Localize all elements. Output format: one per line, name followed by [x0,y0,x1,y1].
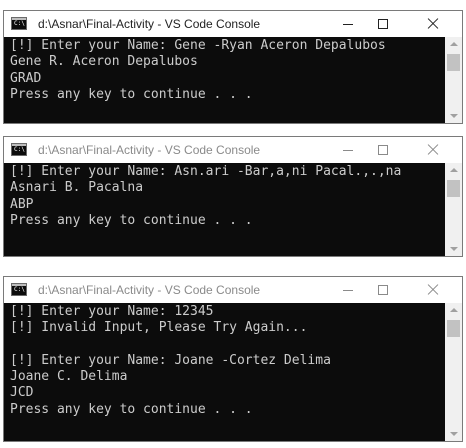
console-line: GRAD [10,70,42,86]
scroll-down-arrow-icon[interactable] [450,432,458,436]
console-window-1[interactable]: C:\ d:\Asnar\Final-Activity - VS Code Co… [3,10,463,124]
close-button[interactable] [414,137,460,163]
console-window-3[interactable]: C:\ d:\Asnar\Final-Activity - VS Code Co… [3,276,463,442]
window-title: d:\Asnar\Final-Activity - VS Code Consol… [38,143,261,157]
maximize-button[interactable] [360,137,406,163]
console-app-icon: C:\ [11,283,27,296]
window-title: d:\Asnar\Final-Activity - VS Code Consol… [38,17,261,31]
close-button[interactable] [414,11,460,37]
minimize-icon [343,290,353,291]
console-line: Asnari B. Pacalna [10,180,144,196]
window-title: d:\Asnar\Final-Activity - VS Code Consol… [38,283,261,297]
console-line: [!] Enter your Name: Joane -Cortez Delim… [10,352,331,368]
console-line: Press any key to continue . . . [10,212,253,228]
console-line: [!] Invalid Input, Please Try Again... [10,320,308,336]
scroll-down-arrow-icon[interactable] [450,247,458,251]
maximize-icon [378,19,388,29]
console-line: [!] Enter your Name: 12345 [10,304,214,319]
console-line: ABP [10,196,34,212]
maximize-icon [378,145,388,155]
maximize-icon [378,285,388,295]
scroll-up-arrow-icon[interactable] [450,308,458,312]
console-line: Gene R. Aceron Depalubos [10,54,198,70]
console-output[interactable]: [!] Enter your Name: Gene -Ryan Aceron D… [10,38,442,103]
scroll-thumb[interactable] [447,320,460,337]
console-line: [!] Enter your Name: Gene -Ryan Aceron D… [10,38,386,53]
title-bar[interactable]: C:\ d:\Asnar\Final-Activity - VS Code Co… [4,137,462,163]
minimize-icon [343,24,353,25]
scroll-up-arrow-icon[interactable] [450,42,458,46]
console-app-icon: C:\ [11,17,27,30]
console-window-2[interactable]: C:\ d:\Asnar\Final-Activity - VS Code Co… [3,136,463,257]
console-line: Joane C. Delima [10,369,128,385]
vertical-scrollbar[interactable] [445,37,462,123]
close-button[interactable] [414,277,460,303]
console-line: Press any key to continue . . . [10,401,253,417]
console-line: Press any key to continue . . . [10,86,253,102]
minimize-icon [343,150,353,151]
scroll-up-arrow-icon[interactable] [450,168,458,172]
scroll-thumb[interactable] [447,54,460,71]
scroll-down-arrow-icon[interactable] [450,114,458,118]
vertical-scrollbar[interactable] [445,163,462,256]
maximize-button[interactable] [360,11,406,37]
console-line: JCD [10,385,34,401]
console-app-icon: C:\ [11,143,27,156]
console-output[interactable]: [!] Enter your Name: Asn.ari -Bar,a,ni P… [10,164,442,229]
console-line: [!] Enter your Name: Asn.ari -Bar,a,ni P… [10,164,402,179]
app-icon-glyph: C:\ [14,146,25,153]
console-output[interactable]: [!] Enter your Name: 12345 [!] Invalid I… [10,304,442,418]
vertical-scrollbar[interactable] [445,303,462,441]
title-bar[interactable]: C:\ d:\Asnar\Final-Activity - VS Code Co… [4,277,462,303]
scroll-thumb[interactable] [447,180,460,197]
app-icon-glyph: C:\ [14,286,25,293]
title-bar[interactable]: C:\ d:\Asnar\Final-Activity - VS Code Co… [4,11,462,37]
app-icon-glyph: C:\ [14,20,25,27]
maximize-button[interactable] [360,277,406,303]
